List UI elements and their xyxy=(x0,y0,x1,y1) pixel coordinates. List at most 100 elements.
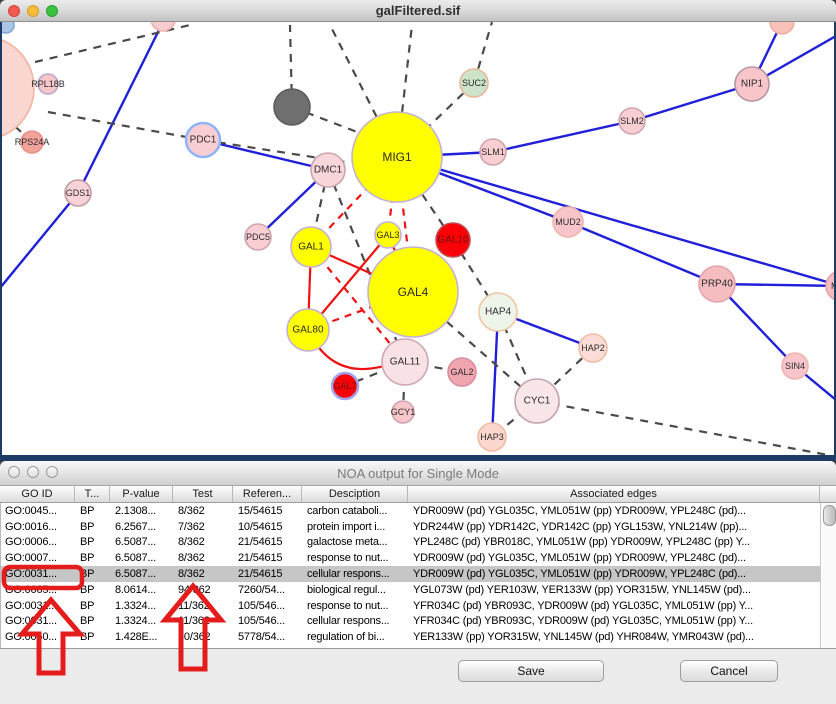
table-row[interactable]: GO:0016...BP6.2567...7/36210/54615protei… xyxy=(1,519,821,535)
node-unlabeled[interactable] xyxy=(770,22,794,34)
table-header-row: GO IDT...P-valueTestReferen...Desciption… xyxy=(0,486,836,503)
table-cell: 6.2567... xyxy=(111,519,174,535)
table-cell: BP xyxy=(76,614,111,630)
table-cell: YDR009W (pd) YGL035C, YML051W (pp) YDR00… xyxy=(409,566,821,582)
column-header-6[interactable]: Desciption xyxy=(302,486,408,502)
table-cell: 1.428E... xyxy=(111,629,174,645)
node-label-gal3: GAL3 xyxy=(376,230,399,240)
noa-output-window: NOA output for Single Mode GO IDT...P-va… xyxy=(0,461,836,704)
table-cell: 21/54615 xyxy=(234,535,303,551)
results-table[interactable]: GO:0045...BP2.1308...8/36215/54615carbon… xyxy=(0,503,836,648)
table-cell: YER133W (pp) YOR315W, YNL145W (pd) YHR08… xyxy=(409,629,821,645)
zoom-button-icon[interactable] xyxy=(46,5,58,17)
table-cell: BP xyxy=(76,503,111,519)
table-cell: BP xyxy=(76,566,111,582)
table-row[interactable]: GO:0007...BP6.5087...8/36221/54615respon… xyxy=(1,550,821,566)
node-label-gal2: GAL2 xyxy=(450,367,473,377)
network-canvas[interactable]: RPL18BRPS24AGDS1PDC1DMC1SUC2SLM1SLM2NIP1… xyxy=(0,22,836,461)
table-cell: YFR034C (pd) YBR093C, YDR009W (pd) YGL03… xyxy=(409,598,821,614)
node-label-gal4: GAL4 xyxy=(398,285,429,299)
node-label-pdc1: PDC1 xyxy=(190,135,217,146)
node-label-gal10: GAL10 xyxy=(437,235,469,246)
table-cell: GO:0016... xyxy=(1,519,76,535)
minimize-button-icon[interactable] xyxy=(27,5,39,17)
column-header-2[interactable]: T... xyxy=(75,486,110,502)
table-row[interactable]: GO:0031...BP1.3324...11/362105/546...cel… xyxy=(1,614,821,630)
table-cell: GO:0065... xyxy=(1,582,76,598)
table-cell: YDR244W (pp) YDR142C, YDR142C (pp) YGL15… xyxy=(409,519,821,535)
close-button-icon[interactable] xyxy=(8,5,20,17)
table-cell: cellular respons... xyxy=(303,566,409,582)
network-edge xyxy=(78,22,163,193)
node-label-gal80: GAL80 xyxy=(292,325,324,336)
table-cell: GO:0007... xyxy=(1,550,76,566)
network-edge xyxy=(493,121,632,152)
table-cell: BP xyxy=(76,550,111,566)
column-header-5[interactable]: Referen... xyxy=(233,486,302,502)
table-cell: 1.3324... xyxy=(111,598,174,614)
table-cell: GO:0031... xyxy=(1,566,76,582)
table-cell: BP xyxy=(76,598,111,614)
node-label-rpl18b: RPL18B xyxy=(31,79,65,89)
network-graph[interactable]: RPL18BRPS24AGDS1PDC1DMC1SUC2SLM1SLM2NIP1… xyxy=(2,22,834,455)
save-button[interactable]: Save xyxy=(458,660,604,682)
node-label-sin4: SIN4 xyxy=(785,361,805,371)
table-cell: 8/362 xyxy=(174,550,234,566)
table-cell: regulation of bi... xyxy=(303,629,409,645)
node-unlabeled[interactable] xyxy=(274,89,310,125)
table-row[interactable]: GO:0031...BP6.5087...8/36221/54615cellul… xyxy=(1,566,821,582)
table-row[interactable]: GO:0050...BP1.428E...80/3625778/54...reg… xyxy=(1,629,821,645)
column-header-1[interactable]: GO ID xyxy=(0,486,75,502)
table-cell: 11/362 xyxy=(174,598,234,614)
vertical-scrollbar[interactable] xyxy=(820,503,836,648)
node-label-gcy1: GCY1 xyxy=(391,407,416,417)
close-button-icon[interactable] xyxy=(8,466,20,478)
scrollbar-thumb[interactable] xyxy=(823,505,836,526)
node-label-mud2: MUD2 xyxy=(555,217,581,227)
network-edge xyxy=(632,84,752,121)
node-label-pdc5: PDC5 xyxy=(246,232,270,242)
table-cell: 21/54615 xyxy=(234,566,303,582)
table-cell: 2.1308... xyxy=(111,503,174,519)
table-cell: 80/362 xyxy=(174,629,234,645)
table-cell: 8/362 xyxy=(174,535,234,551)
table-cell: 15/54615 xyxy=(234,503,303,519)
table-cell: 94/362 xyxy=(174,582,234,598)
table-row[interactable]: GO:0065...BP8.0614...94/3627260/54...bio… xyxy=(1,582,821,598)
node-unlabeled[interactable] xyxy=(2,36,34,140)
table-cell: 8/362 xyxy=(174,503,234,519)
table-cell: 5778/54... xyxy=(234,629,303,645)
node-unlabeled[interactable] xyxy=(2,22,14,33)
network-window-title: galFiltered.sif xyxy=(376,3,461,18)
table-row[interactable]: GO:0006...BP6.5087...8/36221/54615galact… xyxy=(1,535,821,551)
network-edge xyxy=(537,401,828,455)
node-label-gal7: GAL7 xyxy=(333,381,356,391)
node-label-suc2: SUC2 xyxy=(462,78,486,88)
table-cell: BP xyxy=(76,535,111,551)
table-cell: GO:0045... xyxy=(1,503,76,519)
column-header-7[interactable]: Associated edges xyxy=(408,486,820,502)
zoom-button-icon[interactable] xyxy=(46,466,58,478)
table-cell: YDR009W (pd) YGL035C, YML051W (pp) YDR00… xyxy=(409,503,821,519)
table-cell: 6.5087... xyxy=(111,566,174,582)
column-header-3[interactable]: P-value xyxy=(110,486,173,502)
window-controls-inactive xyxy=(8,461,58,483)
column-header-4[interactable]: Test xyxy=(173,486,233,502)
table-row[interactable]: GO:0045...BP2.1308...8/36215/54615carbon… xyxy=(1,503,821,519)
noa-window-titlebar[interactable]: NOA output for Single Mode xyxy=(0,461,836,486)
node-label-gds1: GDS1 xyxy=(66,188,91,198)
table-cell: response to nut... xyxy=(303,550,409,566)
network-window-titlebar[interactable]: galFiltered.sif xyxy=(0,0,836,22)
window-controls xyxy=(8,0,58,22)
table-cell: 105/546... xyxy=(234,614,303,630)
node-label-rps24a: RPS24A xyxy=(15,137,50,147)
network-edge xyxy=(48,112,203,140)
table-row[interactable]: GO:0031...BP1.3324...11/362105/546...res… xyxy=(1,598,821,614)
cancel-button[interactable]: Cancel xyxy=(680,660,778,682)
node-label-prp40: PRP40 xyxy=(701,279,733,290)
table-cell: cellular respons... xyxy=(303,614,409,630)
noa-window-title: NOA output for Single Mode xyxy=(337,466,499,481)
node-label-hap3: HAP3 xyxy=(480,432,504,442)
table-cell: BP xyxy=(76,519,111,535)
minimize-button-icon[interactable] xyxy=(27,466,39,478)
